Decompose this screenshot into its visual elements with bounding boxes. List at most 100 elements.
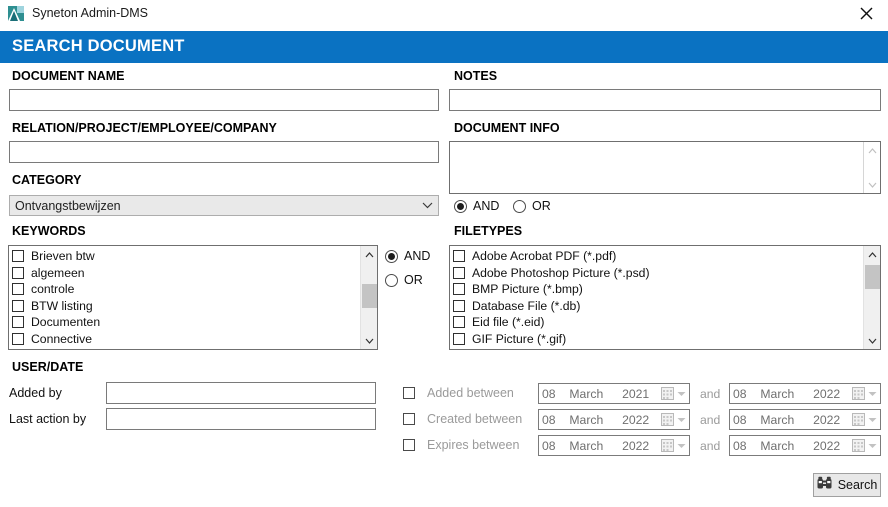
document-name-input[interactable] xyxy=(9,89,439,111)
checkbox-icon[interactable] xyxy=(12,250,24,262)
date-day[interactable]: 08 xyxy=(730,413,757,427)
list-item[interactable]: Adobe Acrobat PDF (*.pdf) xyxy=(453,248,863,265)
checkbox-icon[interactable] xyxy=(12,333,24,345)
expires-between-checkbox[interactable] xyxy=(403,439,415,451)
list-item-label: Eid file (*.eid) xyxy=(472,315,544,329)
title-bar: Syneton Admin-DMS xyxy=(0,0,888,27)
keywords-listbox[interactable]: Brieven btw algemeen controle BTW listin… xyxy=(8,245,378,350)
date-year[interactable]: 2022 xyxy=(810,439,850,453)
keywords-scrollbar[interactable] xyxy=(360,246,377,349)
added-by-field[interactable] xyxy=(107,383,375,403)
scroll-down-icon[interactable] xyxy=(864,176,880,193)
date-month[interactable]: March xyxy=(757,413,810,427)
document-info-value[interactable] xyxy=(450,142,863,193)
list-item-label: Adobe Acrobat PDF (*.pdf) xyxy=(472,249,616,263)
added-by-input[interactable] xyxy=(106,382,376,404)
created-between-from-datepicker[interactable]: 08 March 2022 xyxy=(538,409,690,430)
calendar-icon[interactable] xyxy=(659,384,688,403)
checkbox-icon[interactable] xyxy=(12,300,24,312)
list-item[interactable]: GIF Picture (*.gif) xyxy=(453,331,863,348)
scroll-up-icon[interactable] xyxy=(864,142,880,159)
relation-field[interactable] xyxy=(10,142,438,162)
date-day[interactable]: 08 xyxy=(730,387,757,401)
date-month[interactable]: March xyxy=(757,439,810,453)
date-year[interactable]: 2022 xyxy=(619,413,659,427)
close-icon[interactable] xyxy=(844,0,888,27)
list-item[interactable]: Brieven btw xyxy=(12,248,360,265)
relation-input[interactable] xyxy=(9,141,439,163)
keywords-logic-and[interactable]: AND xyxy=(385,249,430,263)
list-item[interactable]: Connective xyxy=(12,331,360,348)
expires-between-label: Expires between xyxy=(427,438,519,452)
document-info-logic-or[interactable]: OR xyxy=(513,199,551,213)
document-info-textarea[interactable] xyxy=(449,141,881,194)
checkbox-icon[interactable] xyxy=(453,316,465,328)
checkbox-icon[interactable] xyxy=(453,283,465,295)
filetypes-scrollbar[interactable] xyxy=(863,246,880,349)
scroll-up-icon[interactable] xyxy=(361,246,378,263)
list-item[interactable]: Adobe Photoshop Picture (*.psd) xyxy=(453,265,863,282)
date-year[interactable]: 2021 xyxy=(619,387,659,401)
document-info-scrollbar[interactable] xyxy=(863,142,880,193)
expires-between-from-datepicker[interactable]: 08 March 2022 xyxy=(538,435,690,456)
added-between-to-datepicker[interactable]: 08 March 2022 xyxy=(729,383,881,404)
checkbox-icon[interactable] xyxy=(12,267,24,279)
calendar-icon[interactable] xyxy=(659,436,688,455)
calendar-icon[interactable] xyxy=(850,410,879,429)
date-month[interactable]: March xyxy=(566,413,619,427)
radio-label: AND xyxy=(473,199,499,213)
notes-input[interactable] xyxy=(449,89,881,111)
list-item[interactable]: controle xyxy=(12,281,360,298)
added-between-checkbox[interactable] xyxy=(403,387,415,399)
radio-icon[interactable] xyxy=(454,200,467,213)
created-between-to-datepicker[interactable]: 08 March 2022 xyxy=(729,409,881,430)
notes-field[interactable] xyxy=(450,90,880,110)
list-item[interactable]: Eid file (*.eid) xyxy=(453,314,863,331)
date-year[interactable]: 2022 xyxy=(619,439,659,453)
date-month[interactable]: March xyxy=(566,387,619,401)
radio-icon[interactable] xyxy=(385,274,398,287)
date-day[interactable]: 08 xyxy=(730,439,757,453)
checkbox-icon[interactable] xyxy=(12,316,24,328)
radio-icon[interactable] xyxy=(385,250,398,263)
checkbox-icon[interactable] xyxy=(453,267,465,279)
document-name-field[interactable] xyxy=(10,90,438,110)
date-day[interactable]: 08 xyxy=(539,439,566,453)
added-between-from-datepicker[interactable]: 08 March 2021 xyxy=(538,383,690,404)
category-select[interactable]: Ontvangstbewijzen xyxy=(9,195,439,216)
last-action-by-input[interactable] xyxy=(106,408,376,430)
checkbox-icon[interactable] xyxy=(453,250,465,262)
document-info-logic-and[interactable]: AND xyxy=(454,199,499,213)
list-item[interactable]: Database File (*.db) xyxy=(453,298,863,315)
list-item[interactable]: BTW listing xyxy=(12,298,360,315)
scrollbar-thumb[interactable] xyxy=(362,284,377,308)
date-year[interactable]: 2022 xyxy=(810,413,850,427)
filetypes-listbox[interactable]: Adobe Acrobat PDF (*.pdf) Adobe Photosho… xyxy=(449,245,881,350)
date-month[interactable]: March xyxy=(566,439,619,453)
list-item[interactable]: algemeen xyxy=(12,265,360,282)
calendar-icon[interactable] xyxy=(659,410,688,429)
date-day[interactable]: 08 xyxy=(539,413,566,427)
created-between-checkbox[interactable] xyxy=(403,413,415,425)
list-item[interactable]: Documenten xyxy=(12,314,360,331)
checkbox-icon[interactable] xyxy=(12,283,24,295)
scrollbar-thumb[interactable] xyxy=(865,265,880,289)
checkbox-icon[interactable] xyxy=(453,300,465,312)
date-year[interactable]: 2022 xyxy=(810,387,850,401)
scroll-down-icon[interactable] xyxy=(361,332,378,349)
list-item-label: BTW listing xyxy=(31,299,93,313)
window-title: Syneton Admin-DMS xyxy=(32,5,148,22)
date-day[interactable]: 08 xyxy=(539,387,566,401)
calendar-icon[interactable] xyxy=(850,436,879,455)
last-action-by-field[interactable] xyxy=(107,409,375,429)
checkbox-icon[interactable] xyxy=(453,333,465,345)
scroll-down-icon[interactable] xyxy=(864,332,881,349)
list-item[interactable]: BMP Picture (*.bmp) xyxy=(453,281,863,298)
radio-icon[interactable] xyxy=(513,200,526,213)
calendar-icon[interactable] xyxy=(850,384,879,403)
search-button[interactable]: Search xyxy=(813,473,881,497)
scroll-up-icon[interactable] xyxy=(864,246,881,263)
date-month[interactable]: March xyxy=(757,387,810,401)
expires-between-to-datepicker[interactable]: 08 March 2022 xyxy=(729,435,881,456)
keywords-logic-or[interactable]: OR xyxy=(385,273,423,287)
